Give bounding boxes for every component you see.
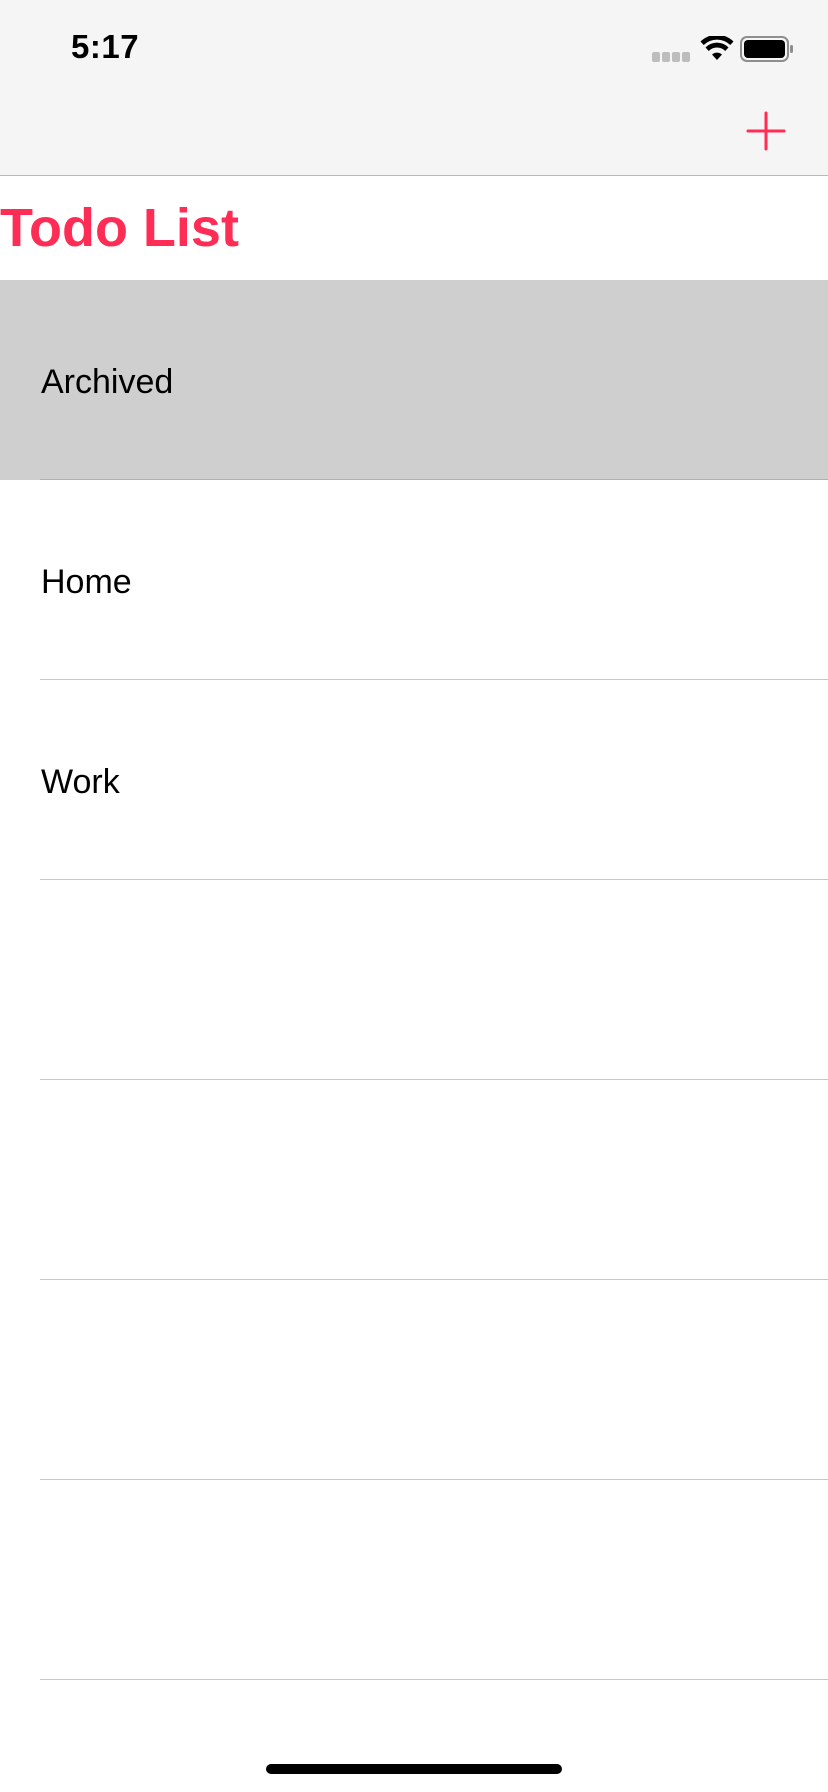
- status-time: 5:17: [71, 28, 140, 65]
- list-item-label: Archived: [41, 363, 174, 401]
- screen: 5:17 Todo List Archived Home Work: [0, 0, 828, 1792]
- wifi-icon: [700, 36, 734, 60]
- list-item-empty: [0, 880, 828, 1080]
- list-item-empty: [0, 1080, 828, 1280]
- cellular-signal-icon: [652, 52, 690, 62]
- row-separator: [40, 1679, 828, 1680]
- list-item-empty: [0, 1280, 828, 1480]
- add-button[interactable]: [740, 105, 792, 157]
- list-item-work[interactable]: Work: [0, 680, 828, 880]
- list-item-archived[interactable]: Archived: [0, 280, 828, 480]
- navigation-bar: 5:17: [0, 0, 828, 176]
- list-item-empty: [0, 1480, 828, 1680]
- page-title: Todo List: [0, 198, 239, 258]
- home-indicator[interactable]: [266, 1764, 562, 1774]
- list-item-label: Home: [41, 563, 132, 601]
- todo-category-list: Archived Home Work: [0, 280, 828, 1680]
- list-item-label: Work: [41, 763, 120, 801]
- list-item-home[interactable]: Home: [0, 480, 828, 680]
- battery-icon: [740, 36, 793, 62]
